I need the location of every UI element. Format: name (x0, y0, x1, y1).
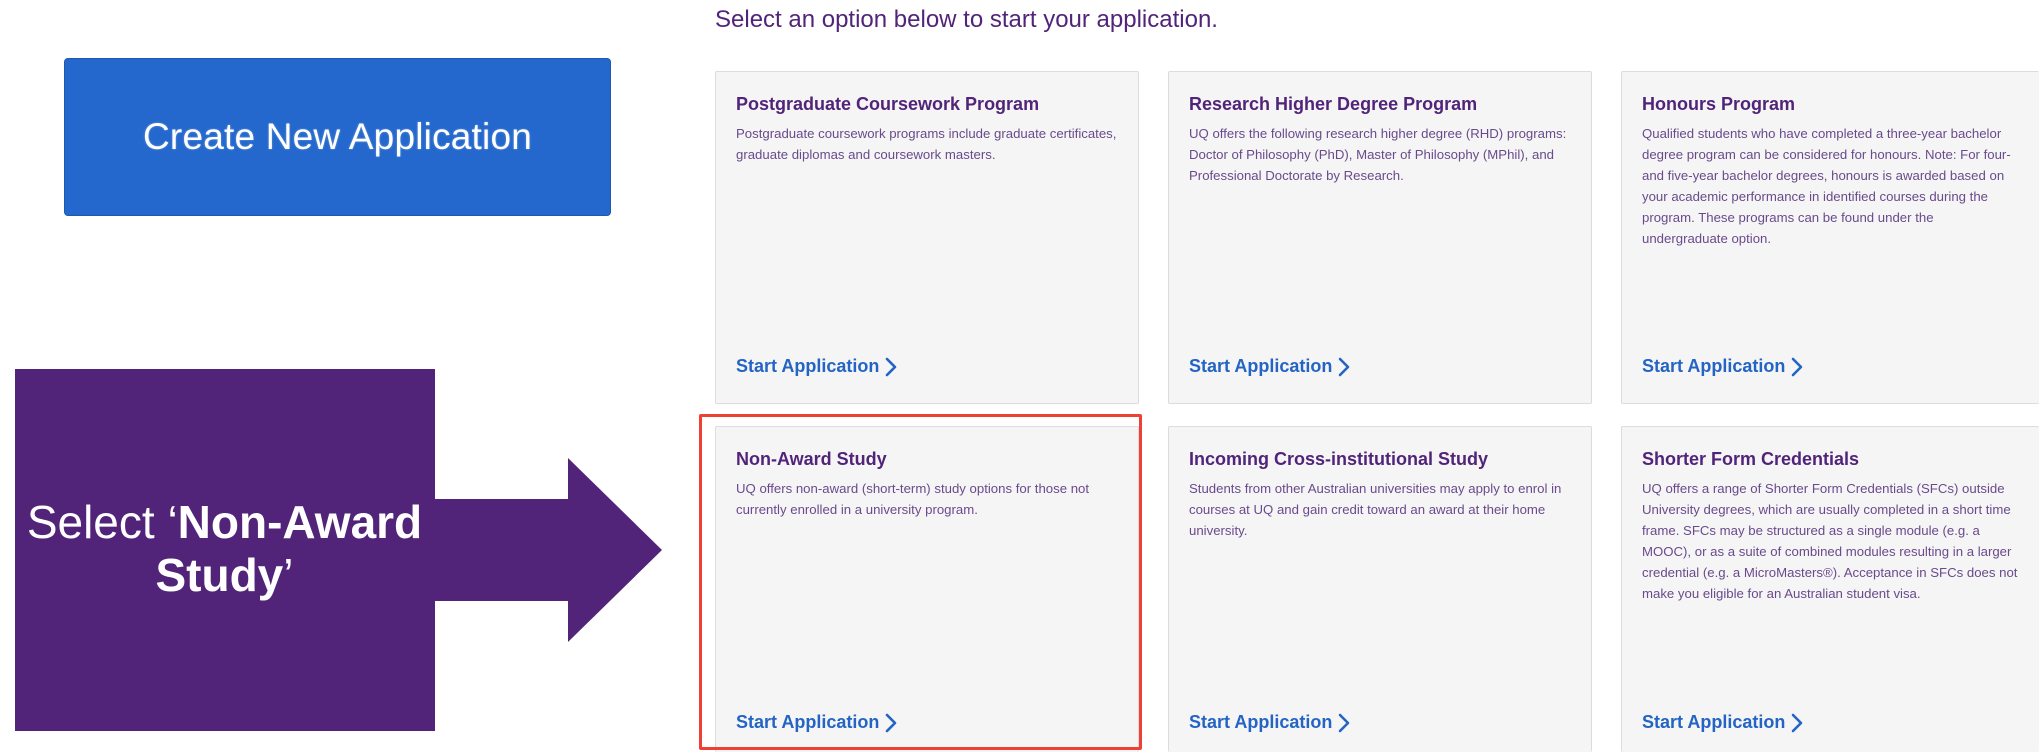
start-application-label: Start Application (1189, 712, 1333, 732)
chevron-right-icon (1339, 713, 1350, 732)
start-application-link[interactable]: Start Application (1642, 712, 1803, 733)
chevron-right-icon (1339, 357, 1350, 376)
card-title: Postgraduate Coursework Program (736, 94, 1040, 114)
start-application-link[interactable]: Start Application (736, 356, 897, 377)
card-shorter-form-credentials: Shorter Form Credentials UQ offers a ran… (1621, 426, 2039, 752)
chevron-right-icon (1792, 357, 1803, 376)
card-incoming-cross-institutional: Incoming Cross-institutional Study Stude… (1168, 426, 1592, 752)
start-application-link[interactable]: Start Application (736, 712, 897, 733)
start-application-label: Start Application (1642, 356, 1786, 376)
card-title: Honours Program (1642, 94, 1796, 114)
chevron-right-icon (1792, 713, 1803, 732)
card-title: Shorter Form Credentials (1642, 449, 1860, 469)
card-title: Research Higher Degree Program (1189, 94, 1478, 114)
card-honours-program: Honours Program Qualified students who h… (1621, 71, 2039, 404)
start-application-label: Start Application (1189, 356, 1333, 376)
callout-instruction: Select ‘Non-Award Study’ (16, 496, 433, 602)
card-research-higher-degree: Research Higher Degree Program UQ offers… (1168, 71, 1592, 404)
chevron-right-icon (886, 357, 897, 376)
card-description: UQ offers the following research higher … (1189, 126, 1567, 183)
card-description: UQ offers non-award (short-term) study o… (736, 481, 1090, 517)
card-description: Students from other Australian universit… (1189, 481, 1562, 538)
start-application-link[interactable]: Start Application (1642, 356, 1803, 377)
start-application-label: Start Application (736, 356, 880, 376)
card-non-award-study: Non-Award Study UQ offers non-award (sho… (715, 426, 1139, 752)
card-title: Non-Award Study (736, 449, 887, 469)
callout-prefix: Select ‘ (26, 496, 178, 548)
start-application-label: Start Application (1642, 712, 1786, 732)
card-description: UQ offers a range of Shorter Form Creden… (1642, 481, 2018, 601)
card-description: Postgraduate coursework programs include… (736, 126, 1117, 162)
start-application-link[interactable]: Start Application (1189, 356, 1350, 377)
page-heading: Select an option below to start your app… (715, 6, 1218, 33)
create-new-application-button[interactable]: Create New Application (64, 58, 611, 216)
card-description: Qualified students who have completed a … (1642, 126, 2011, 246)
chevron-right-icon (886, 713, 897, 732)
card-title: Incoming Cross-institutional Study (1189, 449, 1489, 469)
callout-suffix: ’ (283, 549, 294, 601)
card-postgraduate-coursework: Postgraduate Coursework Program Postgrad… (715, 71, 1139, 404)
create-new-application-label: Create New Application (143, 116, 532, 157)
start-application-label: Start Application (736, 712, 880, 732)
start-application-link[interactable]: Start Application (1189, 712, 1350, 733)
